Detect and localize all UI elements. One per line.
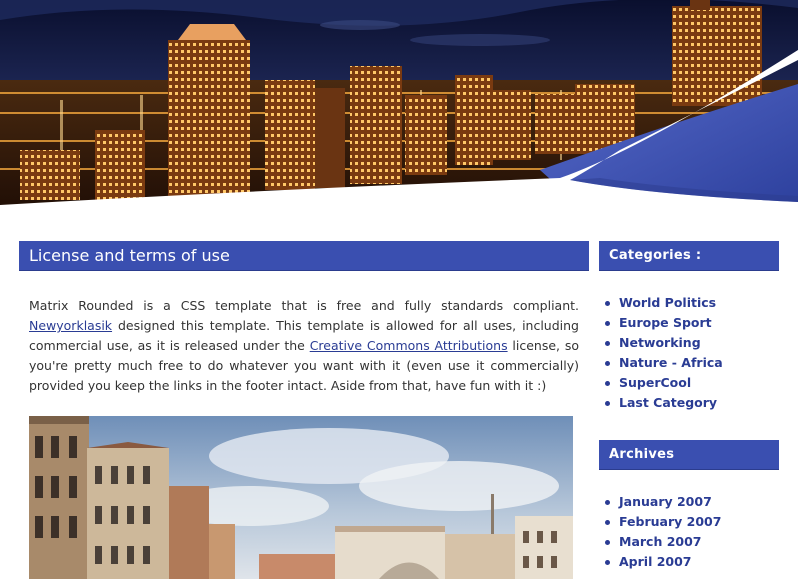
venice-photo — [29, 416, 573, 579]
category-link-nature-africa[interactable]: Nature - Africa — [619, 355, 723, 370]
category-link-world-politics[interactable]: World Politics — [619, 295, 716, 310]
archive-link-april-2007[interactable]: April 2007 — [619, 554, 692, 569]
page-title: License and terms of use — [19, 241, 589, 271]
category-link-europe-sport[interactable]: Europe Sport — [619, 315, 712, 330]
category-link-networking[interactable]: Networking — [619, 335, 701, 350]
intro-paragraph: Matrix Rounded is a CSS template that is… — [29, 296, 579, 396]
list-item: January 2007 — [601, 492, 721, 512]
archives-list: January 2007 February 2007 March 2007 Ap… — [601, 492, 721, 572]
archive-link-january-2007[interactable]: January 2007 — [619, 494, 712, 509]
list-item: February 2007 — [601, 512, 721, 532]
list-item: Europe Sport — [601, 313, 723, 333]
newyorklasik-link[interactable]: Newyorklasik — [29, 318, 112, 333]
list-item: Last Category — [601, 393, 723, 413]
list-item: SuperCool — [601, 373, 723, 393]
creative-commons-link[interactable]: Creative Commons Attributions — [310, 338, 508, 353]
list-item: Networking — [601, 333, 723, 353]
header-banner — [0, 0, 798, 230]
intro-text: Matrix Rounded is a CSS template that is… — [29, 298, 579, 313]
categories-list: World Politics Europe Sport Networking N… — [601, 293, 723, 413]
category-link-last-category[interactable]: Last Category — [619, 395, 717, 410]
list-item: World Politics — [601, 293, 723, 313]
venice-image — [29, 416, 573, 579]
categories-heading: Categories : — [599, 241, 779, 271]
category-link-supercool[interactable]: SuperCool — [619, 375, 691, 390]
city-skyline-image — [0, 0, 798, 230]
list-item: April 2007 — [601, 552, 721, 572]
list-item: Nature - Africa — [601, 353, 723, 373]
archives-heading: Archives — [599, 440, 779, 470]
archive-link-february-2007[interactable]: February 2007 — [619, 514, 721, 529]
archive-link-march-2007[interactable]: March 2007 — [619, 534, 702, 549]
list-item: March 2007 — [601, 532, 721, 552]
